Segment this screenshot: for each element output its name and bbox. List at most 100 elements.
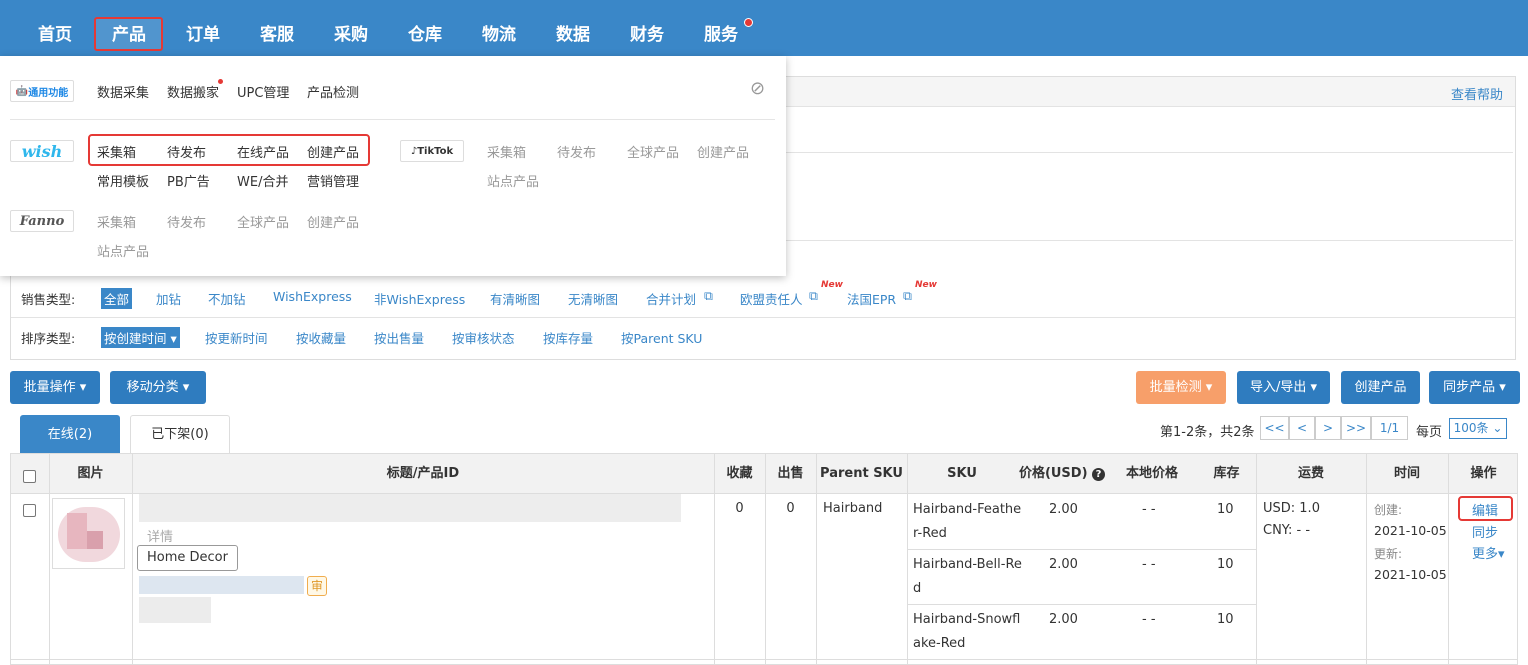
move-category-button[interactable]: 移动分类 ▾ bbox=[110, 371, 206, 404]
variant-price: 2.00 bbox=[1049, 557, 1078, 572]
fanno-create-product[interactable]: 创建产品 bbox=[307, 212, 359, 231]
tiktok-global-products[interactable]: 全球产品 bbox=[627, 142, 679, 161]
wish-we-merge[interactable]: WE/合并 bbox=[237, 171, 288, 190]
product-thumbnail[interactable] bbox=[52, 498, 125, 569]
help-link[interactable]: 查看帮助 bbox=[1451, 84, 1503, 103]
fanno-pending[interactable]: 待发布 bbox=[167, 212, 206, 231]
fanno-collect-box[interactable]: 采集箱 bbox=[97, 212, 136, 231]
eye-off-icon[interactable]: ⊘ bbox=[750, 78, 765, 99]
row-checkbox[interactable] bbox=[23, 504, 36, 517]
sale-option-all[interactable]: 全部 bbox=[101, 288, 133, 309]
divider bbox=[10, 119, 775, 120]
sync-link[interactable]: 同步 bbox=[1472, 522, 1498, 541]
tiktok-create-product[interactable]: 创建产品 bbox=[697, 142, 749, 161]
blurred-text bbox=[139, 597, 211, 623]
variant-stock: 10 bbox=[1217, 502, 1234, 517]
nav-warehouse[interactable]: 仓库 bbox=[408, 0, 442, 56]
category-tag: Home Decor bbox=[137, 545, 238, 571]
create-product-button[interactable]: 创建产品 bbox=[1341, 371, 1420, 404]
next-page-button[interactable]: > bbox=[1315, 416, 1341, 440]
sort-option[interactable]: 按审核状态 bbox=[452, 328, 515, 347]
tiktok-site-products[interactable]: 站点产品 bbox=[487, 171, 539, 190]
sort-option[interactable]: 按更新时间 bbox=[205, 328, 268, 347]
nav-purchase[interactable]: 采购 bbox=[334, 0, 368, 56]
menu-data-move[interactable]: 数据搬家 bbox=[167, 82, 219, 101]
wish-marketing[interactable]: 营销管理 bbox=[307, 171, 359, 190]
header-actions: 操作 bbox=[1470, 466, 1497, 481]
fanno-logo: Fanno bbox=[10, 210, 74, 232]
bulk-check-button[interactable]: 批量检测 ▾ bbox=[1136, 371, 1226, 404]
external-link-icon: ⧉ bbox=[704, 288, 713, 303]
bulk-actions-button[interactable]: 批量操作 ▾ bbox=[10, 371, 100, 404]
sort-option-created[interactable]: 按创建时间 ▾ bbox=[101, 327, 180, 348]
nav-finance[interactable]: 财务 bbox=[630, 0, 664, 56]
created-date: 2021-10-05 bbox=[1374, 523, 1447, 538]
nav-services[interactable]: 服务 bbox=[704, 0, 738, 56]
page-indicator[interactable]: 1/1 bbox=[1371, 416, 1408, 440]
new-badge: New bbox=[915, 280, 937, 290]
sale-option[interactable]: 欧盟责任人 bbox=[740, 289, 803, 308]
wish-online-products[interactable]: 在线产品 bbox=[237, 142, 289, 161]
variant-sku: r-Red bbox=[913, 526, 947, 541]
last-page-button[interactable]: >> bbox=[1341, 416, 1371, 440]
tiktok-collect-box[interactable]: 采集箱 bbox=[487, 142, 526, 161]
tab-offline[interactable]: 已下架(0) bbox=[130, 415, 230, 453]
nav-data[interactable]: 数据 bbox=[556, 0, 590, 56]
sort-option[interactable]: 按收藏量 bbox=[296, 328, 346, 347]
nav-home[interactable]: 首页 bbox=[38, 0, 72, 56]
wish-templates[interactable]: 常用模板 bbox=[97, 171, 149, 190]
tab-online[interactable]: 在线(2) bbox=[20, 415, 120, 453]
per-page-label: 每页 bbox=[1416, 425, 1443, 440]
wish-pb-ads[interactable]: PB广告 bbox=[167, 171, 210, 190]
wish-create-product[interactable]: 创建产品 bbox=[307, 142, 359, 161]
product-dropdown-menu: 🤖 通用功能 数据采集 数据搬家 UPC管理 产品检测 ⊘ wish 采集箱 待发… bbox=[0, 56, 786, 276]
wish-collect-box[interactable]: 采集箱 bbox=[97, 142, 136, 161]
nav-service[interactable]: 客服 bbox=[260, 0, 294, 56]
fanno-site-products[interactable]: 站点产品 bbox=[97, 241, 149, 260]
tiktok-pending[interactable]: 待发布 bbox=[557, 142, 596, 161]
prev-page-button[interactable]: < bbox=[1289, 416, 1315, 440]
top-nav: 首页 产品 订单 客服 采购 仓库 物流 数据 财务 服务 bbox=[0, 0, 1528, 56]
sort-option[interactable]: 按库存量 bbox=[543, 328, 593, 347]
sale-option[interactable]: 加钻 bbox=[156, 289, 181, 308]
sale-option[interactable]: 非WishExpress bbox=[374, 289, 465, 308]
import-export-button[interactable]: 导入/导出 ▾ bbox=[1237, 371, 1330, 404]
header-sold: 出售 bbox=[777, 466, 804, 481]
variant-price: 2.00 bbox=[1049, 502, 1078, 517]
divider bbox=[11, 317, 1515, 318]
header-local-price: 本地价格 bbox=[1125, 466, 1178, 481]
select-all-checkbox[interactable] bbox=[23, 470, 36, 483]
sale-option[interactable]: 无清晰图 bbox=[568, 289, 618, 308]
first-page-button[interactable]: << bbox=[1260, 416, 1289, 440]
header-time: 时间 bbox=[1393, 466, 1420, 481]
sale-option[interactable]: WishExpress bbox=[273, 289, 352, 304]
per-page-select[interactable]: 100条 ⌄ bbox=[1449, 418, 1507, 439]
menu-product-check[interactable]: 产品检测 bbox=[307, 82, 359, 101]
fanno-global-products[interactable]: 全球产品 bbox=[237, 212, 289, 231]
more-link[interactable]: 更多▾ bbox=[1472, 543, 1505, 562]
sync-products-button[interactable]: 同步产品 ▾ bbox=[1429, 371, 1520, 404]
header-price: 价格(USD) ? bbox=[1017, 454, 1107, 494]
variant-sku: Hairband-Snowfl bbox=[913, 612, 1021, 627]
nav-orders[interactable]: 订单 bbox=[186, 0, 220, 56]
sale-option[interactable]: 不加钻 bbox=[208, 289, 246, 308]
sort-option[interactable]: 按Parent SKU bbox=[621, 328, 702, 347]
help-icon[interactable]: ? bbox=[1092, 468, 1106, 481]
sort-type-label: 排序类型: bbox=[21, 331, 76, 346]
sale-option[interactable]: 有清晰图 bbox=[490, 289, 540, 308]
nav-products[interactable]: 产品 bbox=[112, 0, 146, 56]
wish-pending[interactable]: 待发布 bbox=[167, 142, 206, 161]
details-link[interactable]: 详情 bbox=[147, 526, 173, 545]
nav-logistics[interactable]: 物流 bbox=[482, 0, 516, 56]
sort-option[interactable]: 按出售量 bbox=[374, 328, 424, 347]
variant-sku: d bbox=[913, 581, 922, 596]
sale-option[interactable]: 法国EPR bbox=[847, 289, 896, 308]
menu-upc[interactable]: UPC管理 bbox=[237, 82, 289, 101]
variant-stock: 10 bbox=[1217, 612, 1234, 627]
variant-local-price: - - bbox=[1142, 612, 1156, 627]
header-sku: SKU bbox=[947, 466, 977, 481]
variant-sku: ake-Red bbox=[913, 636, 966, 651]
edit-link[interactable]: 编辑 bbox=[1472, 500, 1498, 519]
menu-data-collect[interactable]: 数据采集 bbox=[97, 82, 149, 101]
sale-option[interactable]: 合并计划 bbox=[646, 289, 696, 308]
